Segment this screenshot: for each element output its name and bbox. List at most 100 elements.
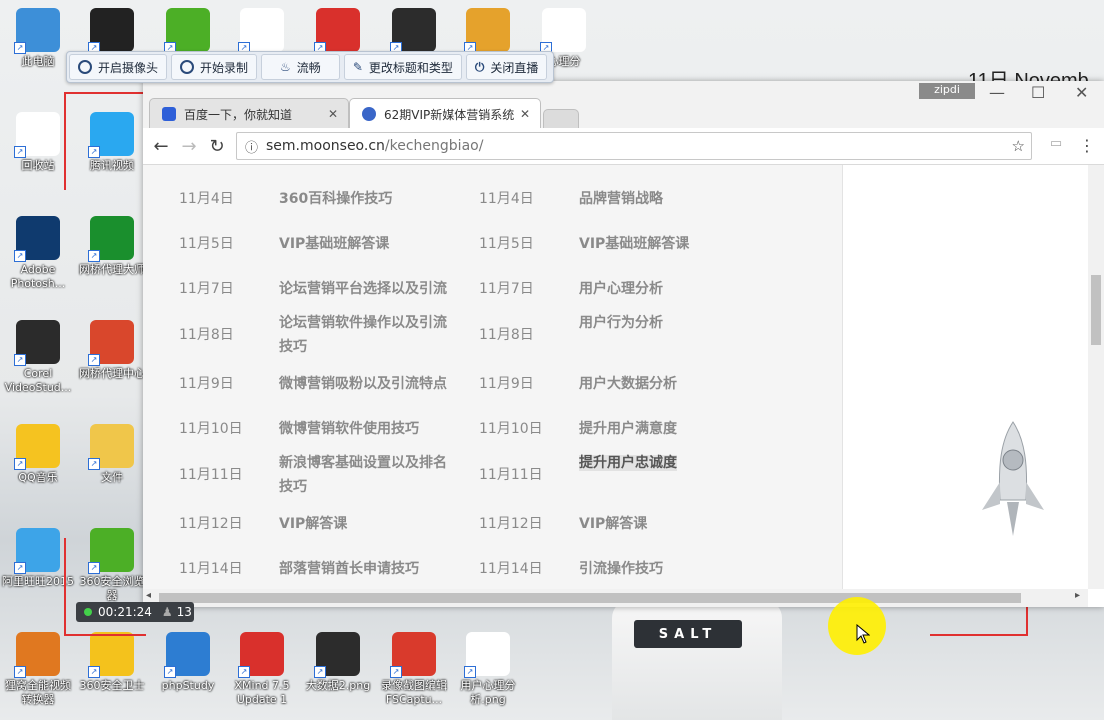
scroll-right-icon[interactable]: ▸ [1075, 590, 1080, 601]
forward-icon[interactable]: → [179, 136, 199, 157]
close-icon[interactable]: ✕ [328, 107, 338, 121]
shortcut-arrow-icon: ↗ [314, 666, 326, 678]
tab-vip-course[interactable]: 62期VIP新媒体营销系统 ✕ [349, 98, 541, 129]
desktop-shortcut[interactable]: ↗ [452, 8, 524, 55]
schedule-topic[interactable]: 微博营销吸粉以及引流特点 [279, 372, 455, 396]
shortcut-arrow-icon: ↗ [14, 666, 26, 678]
desktop-shortcut-label: 此电脑 [21, 55, 55, 68]
desktop-shortcut[interactable]: ↗ 网桥代理中心 [76, 320, 148, 381]
schedule-topic-text: 提升用户忠诚度 [579, 455, 677, 471]
tab-title: 62期VIP新媒体营销系统 [384, 107, 515, 122]
scrollbar-thumb[interactable] [159, 593, 1021, 603]
desktop-shortcut[interactable]: ↗ 用户心理分析.png [452, 632, 524, 707]
360-security-icon: ↗ [88, 632, 134, 678]
schedule-date: 11月7日 [479, 277, 559, 301]
close-icon[interactable]: ✕ [520, 107, 530, 121]
scroll-left-icon[interactable]: ◂ [146, 590, 151, 601]
schedule-topic[interactable]: 用户行为分析 [579, 311, 779, 335]
video-converter-icon: ↗ [14, 632, 60, 678]
desktop-shortcut[interactable]: ↗ phpStudy [152, 632, 224, 693]
desktop-shortcut[interactable]: ↗ [378, 8, 450, 55]
scrollbar-thumb[interactable] [1091, 275, 1101, 345]
desktop-shortcut[interactable]: ↗ 360安全卫士 [76, 632, 148, 693]
desktop-shortcut[interactable]: ↗ Corel VideoStud... [2, 320, 74, 395]
shortcut-arrow-icon: ↗ [14, 42, 26, 54]
reload-icon[interactable]: ↻ [207, 136, 227, 157]
schedule-date: 11月14日 [479, 557, 559, 581]
desktop-shortcut[interactable]: ↗ QQ音乐 [2, 424, 74, 485]
horizontal-scrollbar[interactable]: ◂ ▸ [143, 589, 1088, 607]
back-icon[interactable]: ← [151, 136, 171, 157]
close-window-icon[interactable]: ✕ [1075, 83, 1088, 102]
power-icon: ⏻ [474, 59, 485, 74]
schedule-topic[interactable]: VIP基础班解答课 [579, 232, 779, 256]
stop-live-button[interactable]: ⏻ 关闭直播 [465, 54, 548, 80]
schedule-topic[interactable]: VIP基础班解答课 [279, 232, 455, 256]
schedule-topic-text: VIP基础班解答课 [579, 236, 690, 252]
schedule-date: 11月8日 [479, 311, 559, 359]
schedule-topic[interactable]: 用户大数据分析 [579, 372, 779, 396]
menu-dots-icon[interactable]: ⋮ [1077, 136, 1097, 155]
maximize-icon[interactable]: ☐ [1031, 83, 1045, 102]
desktop-shortcut-label: Corel VideoStud... [4, 367, 72, 394]
qq-icon: ↗ [88, 8, 134, 54]
course-schedule: 11月4日 360百科操作技巧 11月4日 品牌营销战略 11月5日 VIP基础班解答课 1… [143, 165, 842, 589]
schedule-topic[interactable]: 论坛营销平台选择以及引流 [279, 277, 455, 301]
schedule-topic[interactable]: 提升用户忠诚度 [579, 451, 779, 475]
desktop-shortcut[interactable]: ↗ 大数据2.png [302, 632, 374, 693]
schedule-date-text: 11月14日 [179, 561, 243, 577]
schedule-topic[interactable]: VIP解答课 [279, 512, 455, 536]
schedule-topic-text: VIP解答课 [279, 516, 348, 532]
corel-video-icon: ↗ [14, 320, 60, 366]
desktop-shortcut[interactable]: ↗ 狸窝全能视频转换器 [2, 632, 74, 707]
schedule-date: 11月9日 [179, 372, 259, 396]
desktop-shortcut[interactable]: ↗ [76, 8, 148, 55]
schedule-date-text: 11月9日 [179, 376, 234, 392]
desktop-shortcut[interactable]: ↗ XMind 7.5 Update 1 [226, 632, 298, 707]
schedule-topic[interactable]: VIP解答课 [579, 512, 779, 536]
tab-baidu[interactable]: 百度一下，你就知道 ✕ [149, 98, 349, 129]
desktop-shortcut[interactable]: ↗ 录像截图编辑FSCaptu... [378, 632, 450, 707]
shortcut-arrow-icon: ↗ [390, 666, 402, 678]
desktop-shortcut[interactable]: ↗ [302, 8, 374, 55]
minimize-icon[interactable]: — [989, 83, 1005, 102]
recording-frame-top-left [64, 92, 146, 190]
schedule-topic[interactable]: 微博营销软件使用技巧 [279, 417, 455, 441]
schedule-topic[interactable]: 提升用户满意度 [579, 417, 779, 441]
schedule-date-text: 11月9日 [479, 376, 534, 392]
schedule-topic[interactable]: 用户心理分析 [579, 277, 779, 301]
desktop-shortcut[interactable]: ↗ [226, 8, 298, 55]
record-icon [180, 60, 195, 74]
schedule-topic[interactable]: 引流操作技巧 [579, 557, 779, 581]
schedule-date-text: 11月14日 [479, 561, 543, 577]
edit-title-button[interactable]: ✎ 更改标题和类型 [343, 54, 462, 80]
aliwangwang-icon: ↗ [14, 528, 60, 574]
desktop-shortcut[interactable]: ↗ 此电脑 [2, 8, 74, 69]
bookmark-star-icon[interactable]: ☆ [1012, 137, 1025, 155]
schedule-topic[interactable]: 论坛营销软件操作以及引流技巧 [279, 311, 455, 359]
vertical-scrollbar[interactable] [1088, 165, 1104, 589]
rocket-back-to-top-icon[interactable] [980, 420, 1046, 540]
schedule-topic[interactable]: 部落营销酋长申请技巧 [279, 557, 455, 581]
quality-button[interactable]: ♨ 流畅 [261, 54, 340, 80]
desktop-shortcut[interactable]: ↗ [152, 8, 224, 55]
new-tab-button[interactable] [543, 109, 579, 128]
desktop-shortcut-label: 大数据2.png [305, 679, 371, 692]
camera-button[interactable]: 开启摄像头 [69, 54, 168, 80]
url-input[interactable]: ⓘ sem.moonseo.cn/kechengbiao/ ☆ [236, 132, 1032, 160]
schedule-date: 11月4日 [479, 187, 559, 211]
tab-strip: 百度一下，你就知道 ✕ 62期VIP新媒体营销系统 ✕ zipdi — ☐ ✕ [143, 81, 1104, 129]
record-button[interactable]: 开始录制 [171, 54, 258, 80]
desktop-shortcut[interactable]: ↗ Adobe Photosh... [2, 216, 74, 291]
schedule-topic[interactable]: 品牌营销战略 [579, 187, 779, 211]
cast-icon[interactable]: ▭ [1046, 136, 1066, 151]
desktop-shortcut[interactable]: ↗ 网桥代理大师 [76, 216, 148, 277]
shortcut-arrow-icon: ↗ [88, 354, 100, 366]
schedule-date-text: 11月8日 [479, 327, 534, 343]
schedule-topic[interactable]: 新浪博客基础设置以及排名技巧 [279, 451, 455, 499]
schedule-topic-text: 论坛营销软件操作以及引流技巧 [279, 315, 447, 355]
psychology-png-icon: ↗ [464, 632, 510, 678]
schedule-date: 11月9日 [479, 372, 559, 396]
desktop-shortcut[interactable]: ↗ 文件 [76, 424, 148, 485]
schedule-topic[interactable]: 360百科操作技巧 [279, 187, 455, 211]
